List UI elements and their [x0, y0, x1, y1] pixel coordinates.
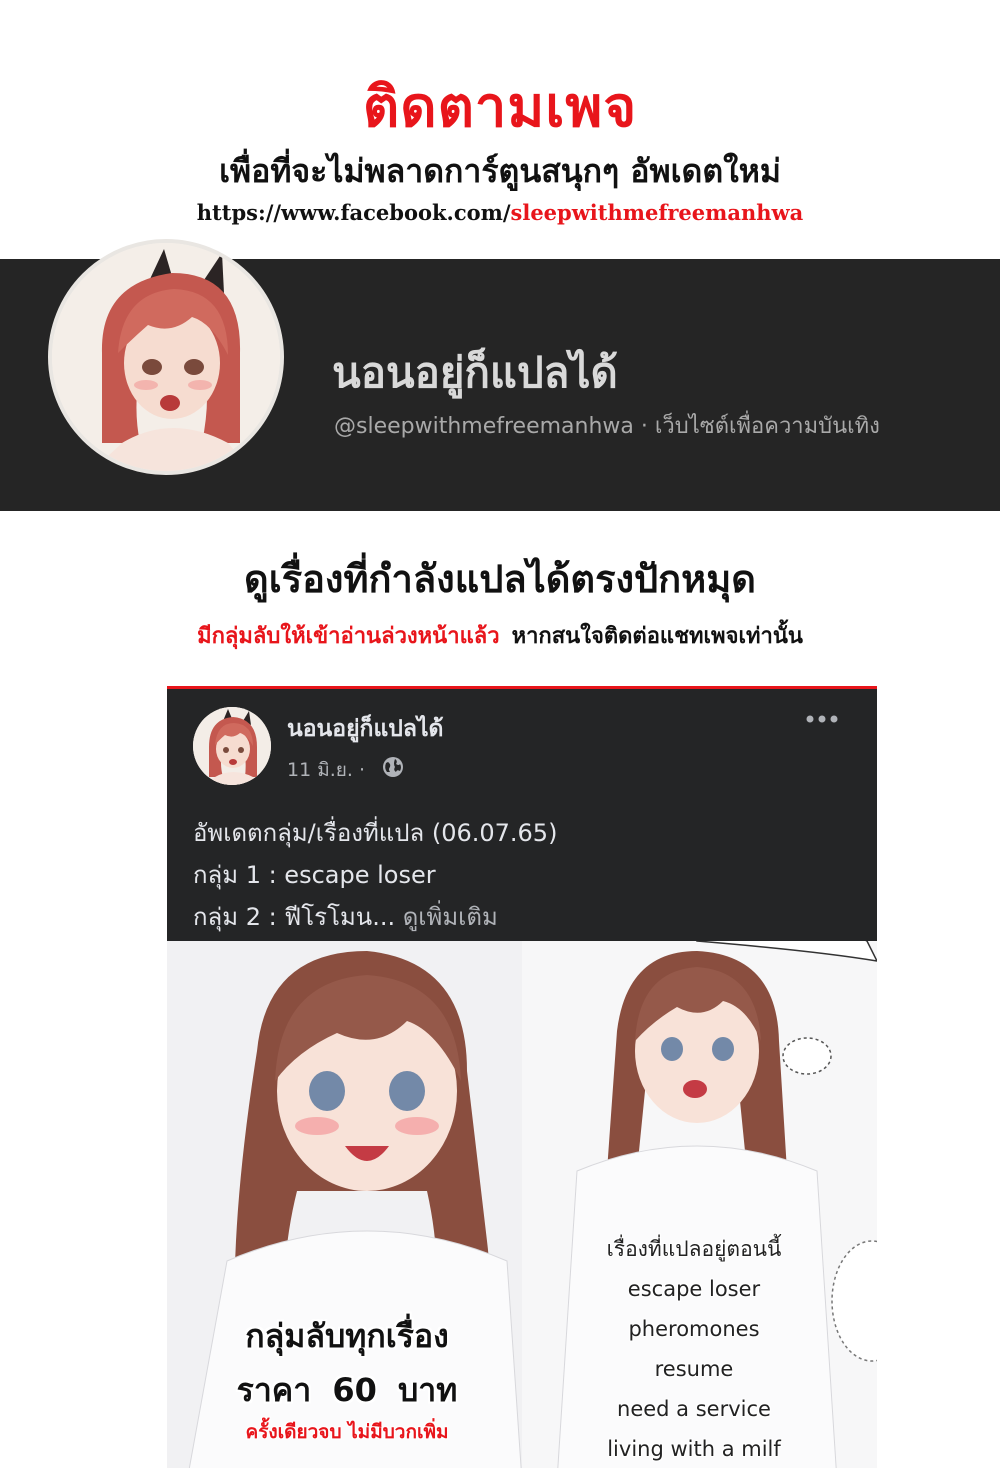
post-date[interactable]: 11 มิ.ย. ·	[287, 755, 365, 785]
current-series-item: need a service	[617, 1397, 771, 1421]
see-more-link[interactable]: ดูเพิ่มเติม	[403, 903, 498, 931]
globe-icon	[383, 757, 403, 777]
post-text-line: กลุ่ม 1 : escape loser	[193, 861, 436, 889]
follow-page-title: ติดตามเพจ	[362, 75, 638, 140]
page-handle-category: @sleepwithmefreemanhwa · เว็บไซต์เพื่อคว…	[334, 414, 880, 439]
facebook-post-card: นอนอยู่ก็แปลได้ 11 มิ.ย. · อัพเดตกลุ่ม/เ…	[167, 686, 877, 1468]
post-image[interactable]: กลุ่มลับทุกเรื่อง ราคา 60 บาท ครั้งเดียว…	[167, 941, 877, 1468]
secret-group-text: มีกลุ่มลับให้เข้าอ่านล่วงหน้าแล้ว	[197, 624, 500, 649]
promo-price: ราคา 60 บาท	[236, 1371, 458, 1409]
current-series-item: resume	[654, 1357, 734, 1381]
post-text-line: อัพเดตกลุ่ม/เรื่องที่แปล (06.07.65)	[193, 819, 558, 847]
url-path: sleepwithmefreemanhwa	[510, 200, 804, 225]
url-prefix: https://www.facebook.com/	[196, 200, 511, 225]
current-series-list: เรื่องที่แปลอยู่ตอนนี้ escape loser pher…	[579, 1229, 809, 1468]
post-author-name[interactable]: นอนอยู่ก็แปลได้	[287, 711, 444, 747]
promo-title: กลุ่มลับทุกเรื่อง	[245, 1317, 449, 1355]
current-series-item: pheromones	[628, 1317, 760, 1341]
post-text-line: กลุ่ม 2 : ฟีโรโมน... ดูเพิ่มเติม	[193, 897, 498, 936]
page-name[interactable]: นอนอยู่ก็แปลได้	[332, 340, 618, 406]
profile-avatar[interactable]	[48, 239, 284, 475]
post-text-line-content: กลุ่ม 2 : ฟีโรโมน...	[193, 903, 396, 931]
follow-page-subtitle: เพื่อที่จะไม่พลาดการ์ตูนสนุกๆ อัพเดตใหม่	[219, 152, 781, 190]
secret-group-notice: มีกลุ่มลับให้เข้าอ่านล่วงหน้าแล้ว หากสนใจ…	[0, 618, 1000, 653]
anime-girl-avatar-icon	[52, 243, 280, 471]
current-series-item: escape loser	[627, 1277, 761, 1301]
anime-girl-avatar-icon	[193, 707, 271, 785]
promo-note: ครั้งเดียวจบ ไม่มีบวกเพิ่ม	[245, 1421, 449, 1443]
facebook-url[interactable]: https://www.facebook.com/sleepwithmefree…	[0, 200, 1000, 225]
more-options-icon[interactable]	[805, 713, 839, 725]
current-series-heading: เรื่องที่แปลอยู่ตอนนี้	[606, 1237, 782, 1261]
pinned-headline: ดูเรื่องที่กำลังแปลได้ตรงปักหมุด	[244, 557, 756, 601]
post-author-avatar[interactable]	[193, 707, 271, 785]
contact-chat-text: หากสนใจติดต่อแชทเพจเท่านั้น	[511, 624, 803, 649]
current-series-item: living with a milf	[607, 1437, 781, 1461]
